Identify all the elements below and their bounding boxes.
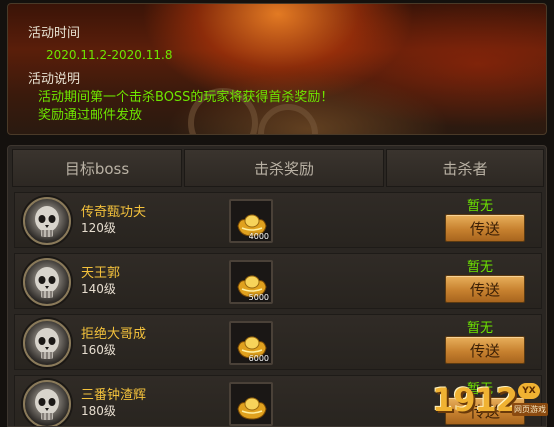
reward-item-slot[interactable]: 6000: [229, 321, 273, 365]
reward-item-slot[interactable]: [229, 382, 273, 426]
reward-item-slot[interactable]: 5000: [229, 260, 273, 304]
event-date-range: 2020.11.2-2020.11.8: [46, 48, 173, 62]
boss-level: 160级: [81, 343, 116, 357]
event-desc-line2: 奖励通过邮件发放: [38, 108, 143, 123]
header-kill-reward: 击杀奖励: [184, 149, 384, 187]
boss-avatar: [23, 319, 71, 367]
boss-name: 天王郭: [81, 266, 121, 281]
boss-avatar: [23, 380, 71, 426]
header-killer: 击杀者: [386, 149, 544, 187]
watermark-badge: YX: [518, 383, 540, 399]
banner-decoration-gear: [258, 104, 318, 134]
table-row: 拒绝大哥成 160级 6000 暂无 传送: [14, 314, 542, 370]
gold-ingot-icon: [237, 397, 267, 420]
teleport-button[interactable]: 传送: [445, 336, 525, 364]
skull-icon: [35, 328, 59, 359]
site-watermark-logo: 1912 YX 网页游戏: [428, 381, 548, 425]
watermark-number: 1912: [432, 381, 518, 419]
boss-name: 三番钟渣辉: [81, 388, 147, 403]
event-banner: 活动时间 2020.11.2-2020.11.8 活动说明 活动期间第一个击杀B…: [7, 3, 547, 135]
reward-count: 6000: [248, 354, 269, 363]
event-desc-line1: 活动期间第一个击杀BOSS的玩家将获得首杀奖励！: [38, 90, 334, 105]
watermark-subtitle: 网页游戏: [512, 403, 548, 416]
event-time-title: 活动时间: [28, 26, 81, 41]
reward-item-slot[interactable]: 4000: [229, 199, 273, 243]
reward-count: 4000: [248, 232, 269, 241]
boss-avatar: [23, 258, 71, 306]
boss-level: 120级: [81, 221, 116, 235]
table-header: 目标boss 击杀奖励 击杀者: [12, 149, 544, 187]
skull-icon: [35, 389, 59, 420]
table-row: 传奇甄功夫 120级 4000 暂无 传送: [14, 192, 542, 248]
teleport-button[interactable]: 传送: [445, 275, 525, 303]
killer-name: 暂无: [467, 260, 494, 275]
killer-name: 暂无: [467, 321, 494, 336]
boss-name: 传奇甄功夫: [81, 205, 147, 220]
reward-count: 5000: [248, 293, 269, 302]
skull-icon: [35, 267, 59, 298]
table-row: 天王郭 140级 5000 暂无 传送: [14, 253, 542, 309]
boss-avatar: [23, 197, 71, 245]
boss-level: 140级: [81, 282, 116, 296]
skull-icon: [35, 206, 59, 237]
killer-name: 暂无: [467, 199, 494, 214]
teleport-button[interactable]: 传送: [445, 214, 525, 242]
boss-name: 拒绝大哥成: [81, 327, 147, 342]
boss-level: 180级: [81, 404, 116, 418]
event-desc-title: 活动说明: [28, 72, 81, 87]
header-target-boss: 目标boss: [12, 149, 182, 187]
